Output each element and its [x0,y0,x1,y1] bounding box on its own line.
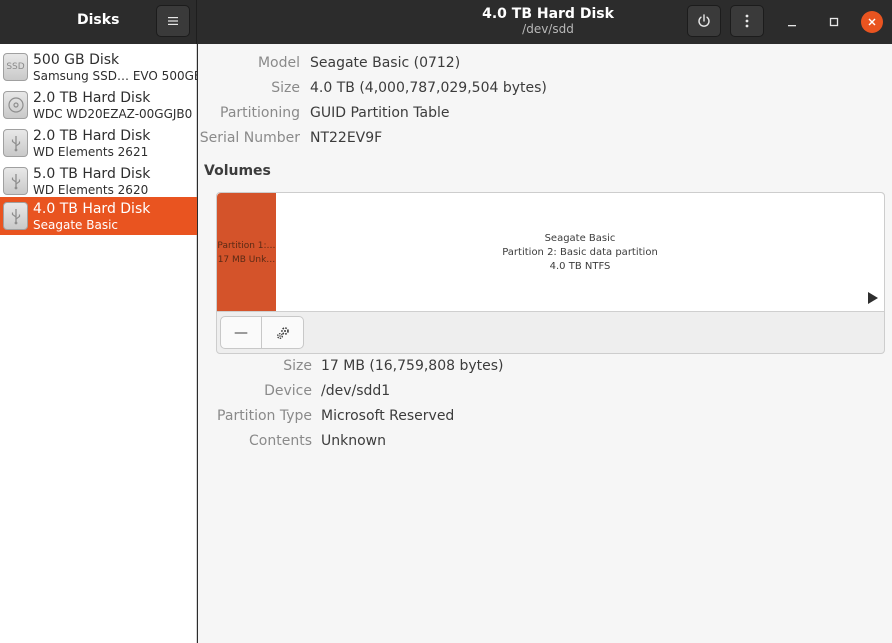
partition-1-title: Partition 1:… [217,240,276,251]
disk-model: WD Elements 2620 [33,183,149,197]
close-button[interactable] [861,11,883,33]
volumes-heading: Volumes [204,163,271,179]
serial-number-value: NT22EV9F [310,130,383,146]
hard-disk-icon [3,91,28,119]
serial-number-label: Serial Number [199,130,300,146]
power-off-button[interactable] [687,5,721,37]
volume-toolbar: — [220,316,304,349]
vertical-ellipsis-icon [745,14,749,28]
device-label: Device [264,383,312,399]
gears-icon [276,326,289,339]
power-icon [698,14,710,27]
disk-name: 500 GB Disk [33,52,120,68]
partition-2-title: Partition 2: Basic data partition [502,246,658,258]
contents-value: Unknown [321,433,386,449]
usb-drive-icon [3,202,28,230]
partition-2-block[interactable]: Seagate Basic Partition 2: Basic data pa… [276,193,884,311]
usb-drive-icon [3,167,28,195]
partition-2-size: 4.0 TB NTFS [549,260,611,272]
partition-1-size: 17 MB Unk… [217,254,276,265]
main-menu-button[interactable] [156,5,190,37]
model-label: Model [257,55,300,71]
partition-type-label: Partition Type [217,408,312,424]
disk-model: Seagate Basic [33,218,118,232]
play-icon[interactable] [868,292,878,304]
disk-name: 2.0 TB Hard Disk [33,90,151,106]
disk-name: 2.0 TB Hard Disk [33,128,151,144]
partition-size-label: Size [283,358,312,374]
disk-details-pane: Model Seagate Basic (0712) Size 4.0 TB (… [198,44,892,643]
window-title: 4.0 TB Hard Disk [482,6,614,22]
partition-1-block[interactable]: Partition 1:… 17 MB Unk… [217,193,276,311]
header-bar: Disks 4.0 TB Hard Disk /dev/sdd [0,0,892,44]
disk-list: SSD 500 GB Disk Samsung SSD… EVO 500GB 2… [0,44,202,643]
minimize-button[interactable] [780,10,804,34]
drive-options-button[interactable] [730,5,764,37]
maximize-button[interactable] [822,10,846,34]
disk-name: 4.0 TB Hard Disk [33,201,151,217]
volume-map: Partition 1:… 17 MB Unk… Seagate Basic P… [217,193,884,312]
model-value: Seagate Basic (0712) [310,55,461,71]
contents-label: Contents [249,433,312,449]
ssd-icon: SSD [3,53,28,81]
disk-name: 5.0 TB Hard Disk [33,166,151,182]
partitioning-label: Partitioning [220,105,300,121]
disk-item-5tb-wd-elements[interactable]: 5.0 TB Hard Disk WD Elements 2620 [0,162,197,200]
size-label: Size [271,80,300,96]
window-subtitle: /dev/sdd [522,22,574,36]
disk-item-2tb-wd-elements[interactable]: 2.0 TB Hard Disk WD Elements 2621 [0,124,197,162]
disk-model: WD Elements 2621 [33,145,149,159]
partition-size-value: 17 MB (16,759,808 bytes) [321,358,504,374]
size-value: 4.0 TB (4,000,787,029,504 bytes) [310,80,547,96]
volumes-frame: Partition 1:… 17 MB Unk… Seagate Basic P… [216,192,885,354]
disk-item-2tb-wdc[interactable]: 2.0 TB Hard Disk WDC WD20EZAZ-00GGJB0 [0,86,197,124]
sidebar-header: Disks [0,0,197,44]
partition-type-value: Microsoft Reserved [321,408,455,424]
partition-options-button[interactable] [262,316,304,349]
device-value: /dev/sdd1 [321,383,391,399]
ssd-icon-label: SSD [6,62,25,72]
disk-item-4tb-seagate[interactable]: 4.0 TB Hard Disk Seagate Basic [0,197,197,235]
delete-partition-button[interactable]: — [220,316,262,349]
close-icon [868,18,876,26]
disk-model: WDC WD20EZAZ-00GGJB0 [33,107,193,121]
partitioning-value: GUID Partition Table [310,105,450,121]
partition-2-label: Seagate Basic [544,232,616,244]
disk-model: Samsung SSD… EVO 500GB [33,69,203,83]
app-title: Disks [77,12,120,28]
hamburger-icon [168,17,178,25]
usb-drive-icon [3,129,28,157]
minimize-icon [788,25,796,27]
minus-icon: — [234,324,248,341]
disk-item-500gb[interactable]: SSD 500 GB Disk Samsung SSD… EVO 500GB [0,48,202,86]
maximize-icon [829,17,839,27]
